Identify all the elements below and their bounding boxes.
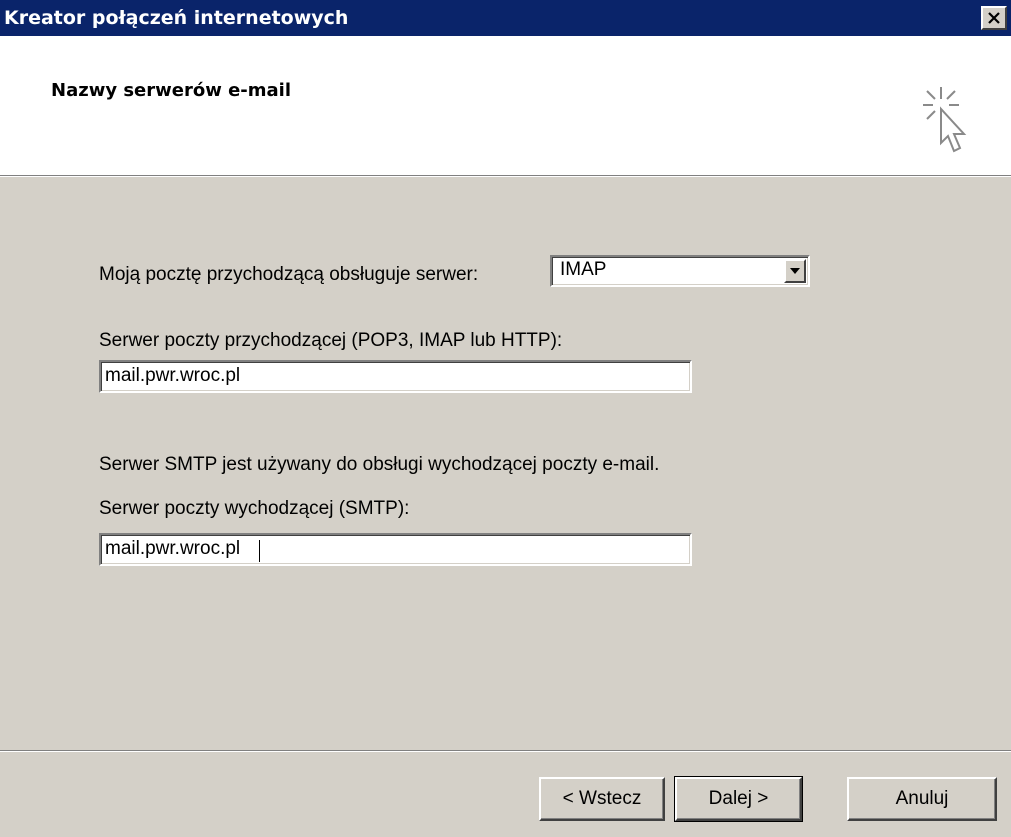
incoming-type-select[interactable]: IMAP — [550, 255, 810, 287]
text-caret — [259, 540, 260, 562]
title-bar[interactable]: Kreator połączeń internetowych — [0, 0, 1011, 36]
outgoing-server-input[interactable]: mail.pwr.wroc.pl — [99, 533, 692, 566]
wizard-cursor-icon — [923, 87, 967, 153]
incoming-server-input[interactable]: mail.pwr.wroc.pl — [99, 360, 692, 393]
next-button-label: Dalej > — [708, 788, 769, 809]
window-title: Kreator połączeń internetowych — [4, 7, 349, 29]
cancel-button-label: Anuluj — [895, 788, 949, 809]
next-button[interactable]: Dalej > — [674, 776, 803, 822]
incoming-server-label: Serwer poczty przychodzącej (POP3, IMAP … — [99, 330, 563, 351]
outgoing-server-label: Serwer poczty wychodzącej (SMTP): — [99, 498, 410, 519]
incoming-type-label: Moją pocztę przychodzącą obsługuje serwe… — [99, 264, 479, 285]
back-button[interactable]: < Wstecz — [539, 777, 665, 821]
wizard-window: Kreator połączeń internetowych Nazwy ser… — [0, 0, 1011, 837]
incoming-server-value: mail.pwr.wroc.pl — [105, 365, 241, 386]
outgoing-server-value: mail.pwr.wroc.pl — [105, 538, 241, 559]
header-separator — [0, 175, 1011, 177]
wizard-header: Nazwy serwerów e-mail — [0, 36, 1011, 175]
footer-separator — [0, 750, 1011, 752]
close-icon — [988, 12, 1000, 24]
back-button-label: < Wstecz — [562, 788, 642, 809]
page-title: Nazwy serwerów e-mail — [51, 80, 292, 101]
incoming-type-value: IMAP — [560, 259, 607, 280]
smtp-info-text: Serwer SMTP jest używany do obsługi wych… — [99, 454, 660, 475]
dropdown-button[interactable] — [784, 259, 806, 283]
close-button[interactable] — [981, 6, 1007, 30]
cancel-button[interactable]: Anuluj — [847, 777, 997, 821]
chevron-down-icon — [790, 268, 800, 274]
